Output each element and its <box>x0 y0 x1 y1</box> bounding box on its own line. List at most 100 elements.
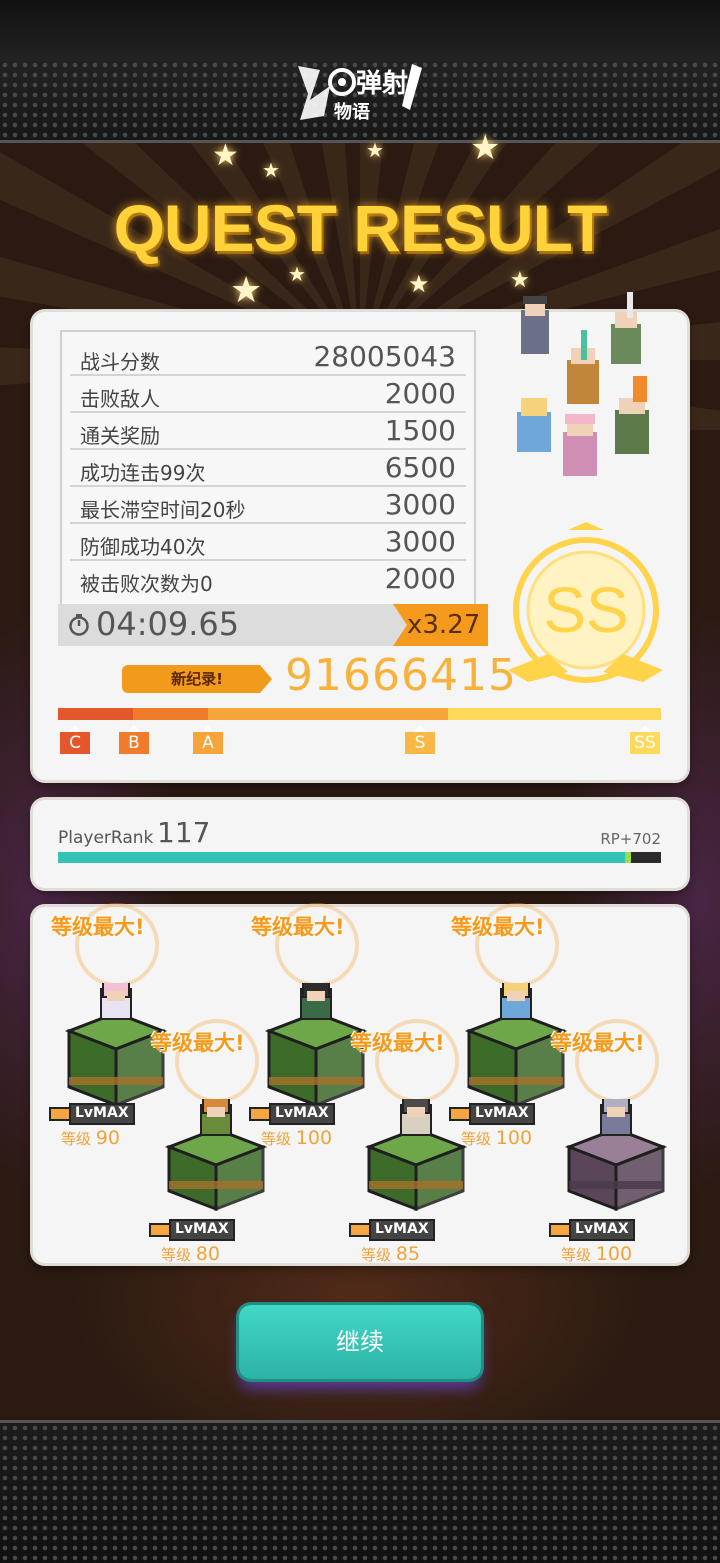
star-icon: ★ <box>288 262 306 286</box>
level-value: 100 <box>595 1243 633 1265</box>
grade-ss: SS <box>630 725 660 754</box>
level-value: 100 <box>295 1127 333 1149</box>
lv-max-tag: LvMAX <box>569 1219 635 1241</box>
score-label: 通关奖励 <box>80 424 160 448</box>
continue-button[interactable]: 继续 <box>239 1305 481 1379</box>
score-panel: 战斗分数 28005043 击败敌人 2000 通关奖励 1500 成功连击99… <box>33 292 687 780</box>
party-panel: 等级最大! LvMAX 等级 90 等级最大! LvMAX 等级 80 等级最大! LvMAX… <box>33 903 687 1265</box>
new-record-badge: 新纪录! <box>122 665 272 693</box>
party-unit: 等级最大! LvMAX 等级 100 <box>549 1019 671 1265</box>
level-bar <box>249 1107 271 1121</box>
score-value: 2000 <box>384 562 456 595</box>
score-label: 战斗分数 <box>80 350 160 374</box>
lv-max-tag: LvMAX <box>369 1219 435 1241</box>
unit-level: 等级 90 <box>61 1127 171 1149</box>
level-max-label: 等级最大! <box>451 915 545 939</box>
player-rank-panel: PlayerRank 117 RP+702 <box>33 800 687 888</box>
player-rank-gain-marker <box>625 852 631 863</box>
unit-level: 等级 100 <box>561 1243 671 1265</box>
logo-text-bottom: 物语 <box>334 101 370 123</box>
score-label: 被击败次数为0 <box>80 572 213 596</box>
score-label: 成功连击99次 <box>80 461 206 485</box>
score-value: 28005043 <box>313 340 456 373</box>
time-value: 04:09.65 <box>96 605 240 643</box>
total-score: 91666415 <box>285 650 517 701</box>
score-value: 6500 <box>384 451 456 484</box>
unit-level: 等级 80 <box>161 1243 271 1265</box>
unit-level: 等级 85 <box>361 1243 471 1265</box>
level-prefix: 等级 <box>61 1130 92 1148</box>
level-bar <box>349 1223 371 1237</box>
score-row: 击败敌人 2000 <box>70 375 466 413</box>
score-row: 成功连击99次 6500 <box>70 449 466 487</box>
level-prefix: 等级 <box>461 1130 492 1148</box>
star-icon: ★ <box>470 128 501 168</box>
star-icon: ★ <box>366 138 384 162</box>
score-value: 1500 <box>384 414 456 447</box>
level-value: 90 <box>95 1127 120 1149</box>
star-icon: ★ <box>212 138 239 173</box>
score-value: 2000 <box>384 377 456 410</box>
star-icon: ★ <box>510 268 530 293</box>
lv-max-tag: LvMAX <box>269 1103 335 1125</box>
score-table: 战斗分数 28005043 击败敌人 2000 通关奖励 1500 成功连击99… <box>60 330 476 612</box>
level-prefix: 等级 <box>361 1246 392 1264</box>
score-label: 最长滞空时间20秒 <box>80 498 246 522</box>
lv-max-tag: LvMAX <box>169 1219 235 1241</box>
level-bar <box>549 1223 571 1237</box>
unit-level: 等级 100 <box>461 1127 571 1149</box>
game-logo: 弹射 物语 <box>298 64 422 123</box>
party-unit: 等级最大! LvMAX 等级 80 <box>149 1019 271 1265</box>
unit-pedestal <box>564 1099 668 1212</box>
progress-segment-b <box>133 708 208 720</box>
level-prefix: 等级 <box>561 1246 592 1264</box>
level-value: 100 <box>495 1127 533 1149</box>
grade-a: A <box>193 725 223 754</box>
level-max-label: 等级最大! <box>551 1031 645 1055</box>
stopwatch-icon <box>69 614 89 636</box>
quest-result-title: QUEST RESULT <box>113 191 608 265</box>
star-icon: ★ <box>262 158 280 182</box>
score-row: 最长滞空时间20秒 3000 <box>70 486 466 524</box>
level-bar <box>149 1223 171 1237</box>
level-bar <box>449 1107 471 1121</box>
player-rank-label: PlayerRank <box>58 828 154 848</box>
unit-level: 等级 100 <box>261 1127 371 1149</box>
player-rank-bar <box>58 852 661 863</box>
grade-c: C <box>60 725 90 754</box>
logo-text-top: 弹射 <box>356 69 408 99</box>
level-bar <box>49 1107 71 1121</box>
bottom-bar <box>0 1420 720 1563</box>
star-icon: ★ <box>230 270 263 311</box>
level-value: 85 <box>395 1243 420 1265</box>
progress-segment-c <box>58 708 133 720</box>
level-prefix: 等级 <box>261 1130 292 1148</box>
player-rank-value: 117 <box>157 816 211 849</box>
lv-max-tag: LvMAX <box>69 1103 135 1125</box>
grade-s: S <box>405 725 435 754</box>
level-max-label: 等级最大! <box>51 915 145 939</box>
rank-text: SS <box>543 574 628 646</box>
score-row: 通关奖励 1500 <box>70 412 466 450</box>
grade-b: B <box>119 725 149 754</box>
score-value: 3000 <box>384 525 456 558</box>
score-row: 战斗分数 28005043 <box>70 338 466 376</box>
score-row: 被击败次数为0 2000 <box>70 560 466 596</box>
score-label: 击败敌人 <box>80 387 160 411</box>
lv-max-tag: LvMAX <box>469 1103 535 1125</box>
rp-gain: RP+702 <box>600 830 661 848</box>
rank-emblem: SS <box>508 522 663 683</box>
level-prefix: 等级 <box>161 1246 192 1264</box>
level-max-label: 等级最大! <box>251 915 345 939</box>
star-icon: ★ <box>408 270 430 298</box>
progress-segment-a <box>208 708 448 720</box>
score-progress-bar <box>58 708 661 720</box>
score-label: 防御成功40次 <box>80 535 206 559</box>
party-sprites <box>517 292 649 476</box>
party-unit: 等级最大! LvMAX 等级 85 <box>349 1019 471 1265</box>
level-value: 80 <box>195 1243 220 1265</box>
score-value: 3000 <box>384 488 456 521</box>
score-row: 防御成功40次 3000 <box>70 523 466 561</box>
player-rank-fill <box>58 852 625 863</box>
multiplier-value: x3.27 <box>407 610 481 640</box>
